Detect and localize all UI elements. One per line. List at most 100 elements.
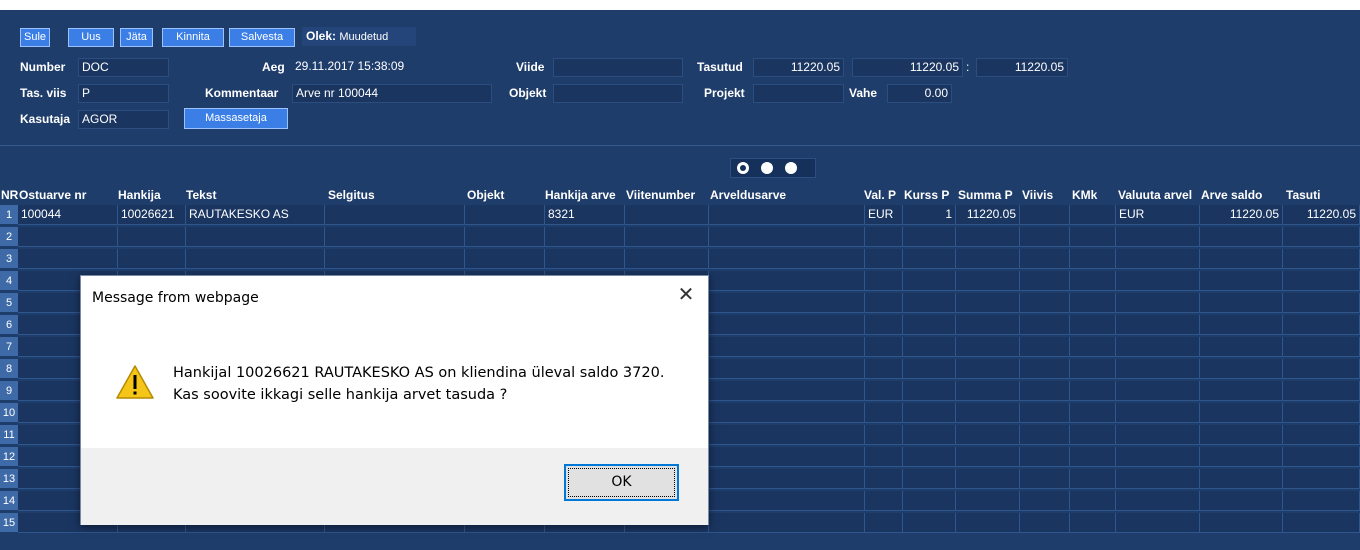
aeg-field[interactable]: 29.11.2017 15:38:09 <box>292 58 492 77</box>
table-cell[interactable] <box>1200 293 1283 313</box>
table-cell[interactable] <box>956 491 1020 511</box>
table-cell[interactable]: 10026621 <box>118 205 186 225</box>
page-dot-3[interactable] <box>785 162 797 174</box>
table-cell[interactable] <box>865 491 903 511</box>
table-cell[interactable] <box>1116 403 1200 423</box>
table-cell[interactable] <box>1283 337 1360 357</box>
table-cell[interactable] <box>1200 359 1283 379</box>
table-cell[interactable] <box>1020 469 1070 489</box>
jata-button[interactable]: Jäta <box>120 28 153 47</box>
table-cell[interactable] <box>1116 293 1200 313</box>
row-number[interactable]: 5 <box>0 293 18 313</box>
table-cell[interactable] <box>1116 381 1200 401</box>
table-cell[interactable] <box>903 491 956 511</box>
table-cell[interactable] <box>709 293 865 313</box>
table-cell[interactable] <box>1283 403 1360 423</box>
table-cell[interactable] <box>903 403 956 423</box>
table-cell[interactable] <box>709 227 865 247</box>
table-cell[interactable] <box>903 425 956 445</box>
table-cell[interactable] <box>325 227 465 247</box>
table-cell[interactable] <box>1116 469 1200 489</box>
table-cell[interactable] <box>1070 513 1116 533</box>
table-cell[interactable] <box>1116 359 1200 379</box>
table-cell[interactable] <box>1200 227 1283 247</box>
table-cell[interactable] <box>1283 293 1360 313</box>
table-cell[interactable]: 11220.05 <box>1283 205 1360 225</box>
row-number[interactable]: 6 <box>0 315 18 335</box>
projekt-field[interactable] <box>753 84 844 103</box>
table-cell[interactable] <box>118 227 186 247</box>
table-cell[interactable] <box>1070 293 1116 313</box>
number-field[interactable]: DOC <box>78 58 169 77</box>
table-cell[interactable] <box>956 447 1020 467</box>
table-cell[interactable] <box>709 491 865 511</box>
table-cell[interactable] <box>956 469 1020 489</box>
table-cell[interactable] <box>1020 271 1070 291</box>
table-cell[interactable] <box>1020 293 1070 313</box>
table-cell[interactable] <box>1200 337 1283 357</box>
table-cell[interactable] <box>1070 227 1116 247</box>
table-cell[interactable] <box>903 337 956 357</box>
table-cell[interactable] <box>903 293 956 313</box>
uus-button[interactable]: Uus <box>68 28 114 47</box>
row-number[interactable]: 8 <box>0 359 18 379</box>
table-cell[interactable] <box>865 469 903 489</box>
table-cell[interactable] <box>1020 249 1070 269</box>
table-cell[interactable] <box>956 381 1020 401</box>
row-number[interactable]: 1 <box>0 205 18 225</box>
table-cell[interactable] <box>1070 205 1116 225</box>
table-cell[interactable] <box>186 227 325 247</box>
table-cell[interactable] <box>1070 469 1116 489</box>
table-cell[interactable]: RAUTAKESKO AS <box>186 205 325 225</box>
table-cell[interactable] <box>18 227 118 247</box>
table-cell[interactable] <box>956 227 1020 247</box>
row-number[interactable]: 7 <box>0 337 18 357</box>
kasutaja-field[interactable]: AGOR <box>78 110 169 129</box>
tasviis-field[interactable]: P <box>78 84 169 103</box>
table-cell[interactable] <box>903 381 956 401</box>
tasutud-field-3[interactable]: 11220.05 <box>976 58 1068 77</box>
table-cell[interactable] <box>1020 447 1070 467</box>
table-cell[interactable] <box>709 469 865 489</box>
table-cell[interactable] <box>865 359 903 379</box>
table-cell[interactable] <box>1070 447 1116 467</box>
table-cell[interactable] <box>1070 403 1116 423</box>
table-cell[interactable]: 11220.05 <box>956 205 1020 225</box>
table-cell[interactable] <box>903 227 956 247</box>
ok-button[interactable]: OK <box>564 464 679 501</box>
table-cell[interactable] <box>1116 447 1200 467</box>
table-cell[interactable] <box>1070 249 1116 269</box>
table-cell[interactable] <box>865 425 903 445</box>
table-cell[interactable] <box>956 293 1020 313</box>
table-cell[interactable] <box>1283 315 1360 335</box>
table-cell[interactable] <box>1200 315 1283 335</box>
table-cell[interactable]: EUR <box>1116 205 1200 225</box>
kinnita-button[interactable]: Kinnita <box>162 28 224 47</box>
table-cell[interactable] <box>1020 337 1070 357</box>
table-cell[interactable] <box>1283 425 1360 445</box>
table-cell[interactable] <box>1020 381 1070 401</box>
table-cell[interactable] <box>1020 491 1070 511</box>
table-cell[interactable] <box>709 447 865 467</box>
table-cell[interactable] <box>545 249 625 269</box>
table-cell[interactable] <box>903 513 956 533</box>
table-cell[interactable] <box>325 249 465 269</box>
table-cell[interactable] <box>709 249 865 269</box>
tasutud-field-1[interactable]: 11220.05 <box>753 58 844 77</box>
table-cell[interactable] <box>1020 227 1070 247</box>
vahe-field[interactable]: 0.00 <box>887 84 952 103</box>
table-cell[interactable] <box>865 447 903 467</box>
table-row[interactable] <box>18 227 1360 247</box>
table-cell[interactable] <box>903 469 956 489</box>
row-number[interactable]: 9 <box>0 381 18 401</box>
table-cell[interactable] <box>1283 447 1360 467</box>
salvesta-button[interactable]: Salvesta <box>229 28 295 47</box>
table-cell[interactable] <box>1020 359 1070 379</box>
table-cell[interactable] <box>465 249 545 269</box>
table-cell[interactable] <box>1070 381 1116 401</box>
row-number[interactable]: 2 <box>0 227 18 247</box>
table-cell[interactable] <box>1200 403 1283 423</box>
table-cell[interactable] <box>1283 359 1360 379</box>
table-cell[interactable] <box>1200 425 1283 445</box>
table-cell[interactable] <box>709 205 865 225</box>
